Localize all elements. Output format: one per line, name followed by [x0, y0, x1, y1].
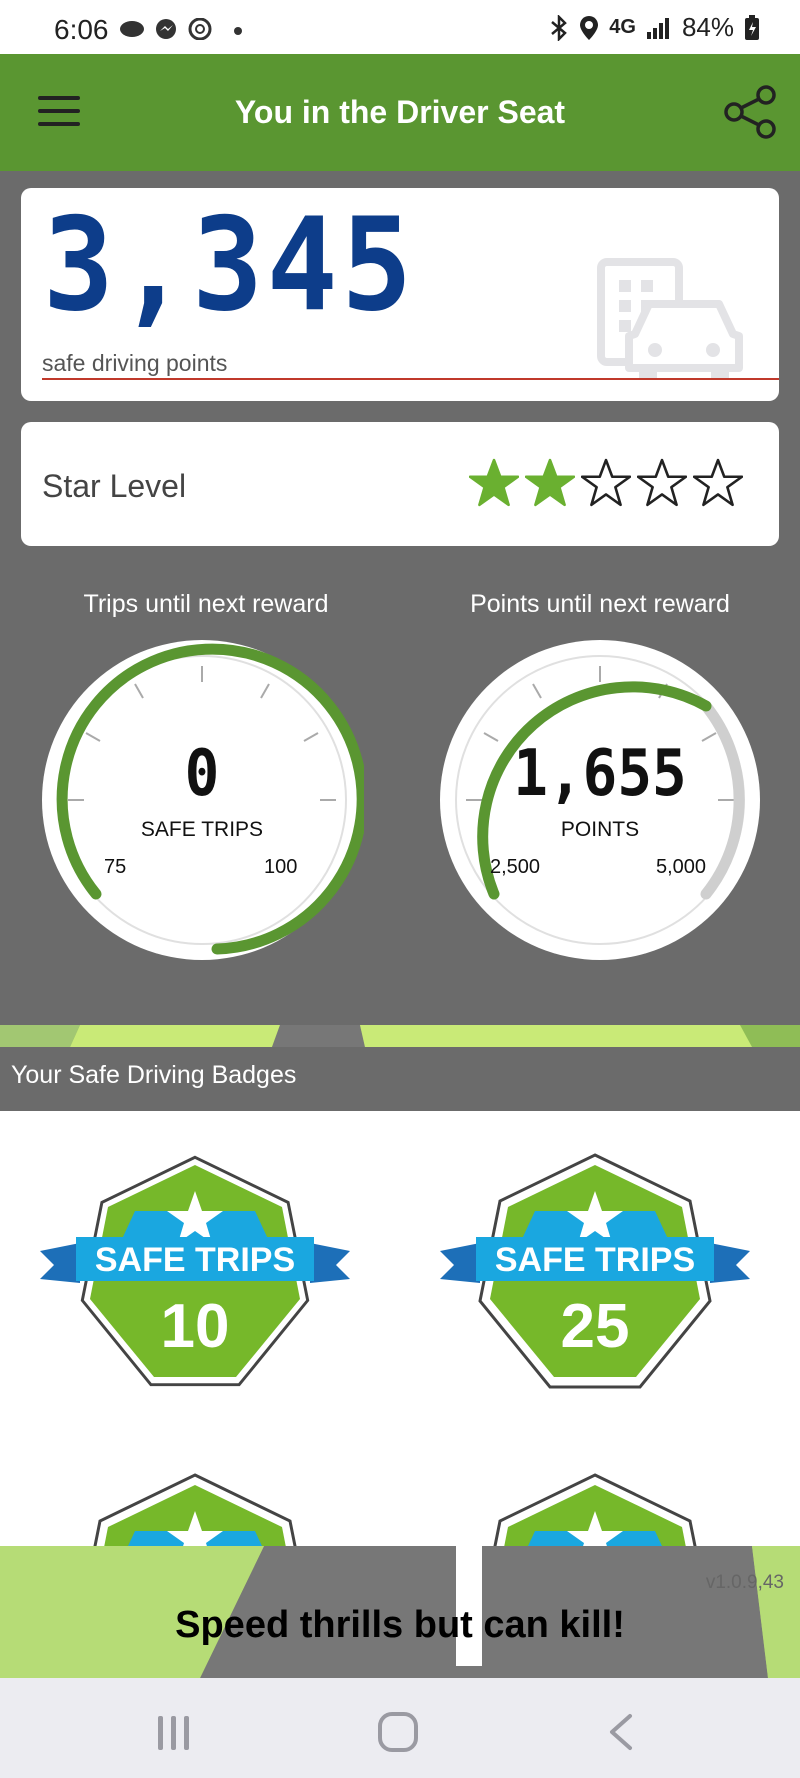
points-underline — [42, 378, 779, 380]
share-icon[interactable] — [722, 84, 778, 140]
star-filled-icon — [525, 458, 575, 507]
road-strip — [0, 1025, 800, 1047]
badge-partial-right[interactable] — [440, 1471, 750, 1547]
footer-banner: v1.0.9,43 Speed thrills but can kill! — [0, 1546, 800, 1678]
star-filled-icon — [469, 458, 519, 507]
points-gauge-title: Points until next reward — [470, 590, 730, 618]
points-gauge-value: 1,655 — [513, 737, 687, 811]
signal-icon — [646, 17, 669, 39]
app-bar: You in the Driver Seat — [0, 54, 800, 171]
banner-message: Speed thrills but can kill! — [175, 1604, 625, 1646]
recent-apps-icon[interactable] — [152, 1710, 196, 1754]
back-icon[interactable] — [600, 1710, 644, 1754]
trips-gauge-unit: SAFE TRIPS — [140, 818, 264, 841]
badges-header-label: Your Safe Driving Badges — [11, 1061, 297, 1089]
page-title: You in the Driver Seat — [234, 94, 566, 130]
badge-label: SAFE TRIPS — [495, 1241, 695, 1279]
points-gauge-min: 2,500 — [490, 856, 541, 878]
bluetooth-icon — [551, 14, 568, 41]
trips-gauge-max: 100 — [264, 856, 298, 878]
badges-area: SAFE TRIPS 10 SAFE TRIPS 25 — [0, 1111, 800, 1547]
notification-icons — [120, 18, 242, 40]
badge-number: 25 — [561, 1292, 630, 1361]
status-time: 6:06 — [54, 14, 109, 45]
trips-gauge: 0 SAFE TRIPS 75 100 — [40, 638, 368, 962]
star-empty-icon — [637, 458, 687, 507]
star-empty-icon — [581, 458, 631, 507]
location-icon — [580, 15, 599, 40]
trips-gauge-value: 0 — [184, 737, 220, 811]
battery-percent: 84% — [681, 12, 734, 42]
points-gauge: 1,655 POINTS 2,500 5,000 — [438, 638, 762, 962]
badges-header: Your Safe Driving Badges — [0, 1047, 800, 1111]
trips-gauge-title: Trips until next reward — [83, 590, 329, 618]
badge-partial-left[interactable] — [40, 1471, 350, 1547]
building-car-icon — [597, 258, 743, 378]
trips-gauge-min: 75 — [104, 856, 127, 878]
star-level-label: Star Level — [42, 468, 187, 504]
badge-safe-trips-10[interactable]: SAFE TRIPS 10 — [40, 1151, 350, 1391]
network-type: 4G — [609, 16, 636, 38]
points-gauge-unit: POINTS — [560, 818, 640, 841]
status-right: 4G 84% — [549, 12, 760, 43]
points-label: safe driving points — [42, 350, 228, 376]
home-icon[interactable] — [376, 1710, 420, 1754]
star-rating — [469, 458, 743, 508]
battery-icon — [745, 14, 759, 40]
points-card: 3,345 safe driving points — [21, 188, 779, 401]
status-bar: 6:06 4G 84% — [0, 0, 800, 54]
star-level-card: Star Level — [21, 422, 779, 546]
points-value: 3,345 — [43, 191, 416, 340]
points-gauge-max: 5,000 — [656, 856, 707, 878]
star-empty-icon — [693, 458, 743, 507]
system-nav-bar — [0, 1678, 800, 1778]
badge-label: SAFE TRIPS — [95, 1241, 295, 1279]
badge-safe-trips-25[interactable]: SAFE TRIPS 25 — [440, 1151, 750, 1391]
version-label: v1.0.9,43 — [705, 1572, 784, 1593]
badge-number: 10 — [161, 1292, 230, 1361]
